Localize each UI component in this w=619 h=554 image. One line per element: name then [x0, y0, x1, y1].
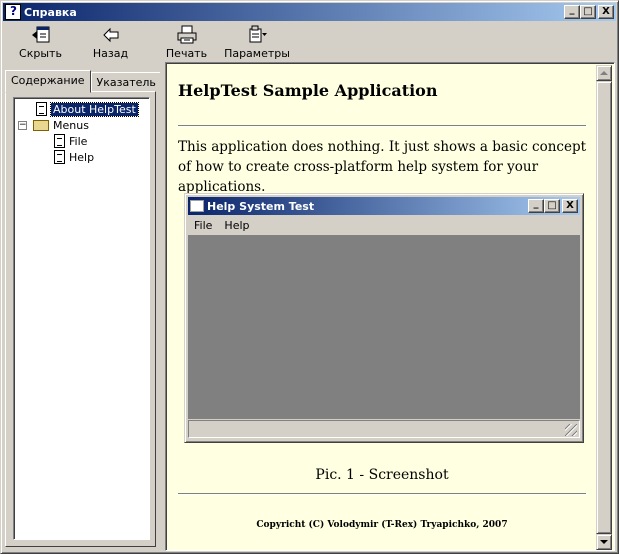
collapse-icon[interactable]: −: [18, 120, 27, 130]
screenshot-client-area: [188, 235, 580, 419]
tree-item-label: File: [69, 134, 88, 148]
printer-icon: [177, 25, 196, 44]
topic-document: HelpTest Sample Application This applica…: [168, 65, 596, 550]
maximize-icon: □: [547, 200, 557, 211]
tree-item-about[interactable]: About HelpTest: [36, 101, 139, 117]
scroll-down-icon: [600, 540, 608, 544]
back-button[interactable]: Назад: [83, 22, 138, 62]
screenshot-status-bar: [188, 420, 580, 438]
pane-splitter[interactable]: [160, 64, 164, 551]
tree-item-label: Help: [69, 150, 95, 164]
toolbar: Скрыть Назад Печать Параметры: [3, 22, 616, 64]
scroll-down-button[interactable]: [596, 534, 612, 550]
back-label: Назад: [92, 47, 129, 60]
screenshot-title-bar: Help System Test _ □ X: [188, 197, 580, 215]
maximize-button[interactable]: □: [580, 5, 596, 19]
copyright-text: Copyricht (C) Volodymir (T-Rex) Tryapich…: [256, 520, 508, 530]
back-arrow-icon: [102, 27, 118, 43]
screenshot-menu-help: Help: [224, 218, 250, 232]
divider: [178, 125, 586, 127]
screenshot-minimize: _: [528, 199, 544, 213]
hide-label: Скрыть: [19, 47, 62, 60]
open-book-icon: [33, 119, 49, 131]
screenshot-image: Help System Test _ □ X File Help: [184, 193, 584, 443]
scroll-up-icon: [600, 71, 608, 75]
contents-panel: About HelpTest − Menus File Help: [5, 91, 156, 547]
tree-item-file[interactable]: File: [54, 133, 87, 149]
size-grip-icon: [565, 424, 577, 436]
window-title: Справка: [24, 5, 77, 19]
minimize-icon: _: [533, 198, 539, 209]
hide-pane-icon: [31, 26, 49, 43]
screenshot-menu-bar: File Help: [188, 216, 256, 234]
scroll-thumb[interactable]: [596, 81, 612, 534]
tree-item-help[interactable]: Help: [54, 149, 94, 165]
tree-item-label: Menus: [53, 118, 89, 132]
scroll-up-button[interactable]: [596, 65, 612, 81]
maximize-icon: □: [583, 6, 593, 17]
screenshot-caption-buttons: _ □ X: [528, 199, 578, 213]
print-label: Печать: [165, 47, 208, 60]
hide-button[interactable]: Скрыть: [13, 22, 68, 62]
close-icon: X: [602, 6, 610, 17]
tab-index-label: Указатель: [96, 76, 156, 89]
navigation-pane: Содержание Указатель About HelpTest − Me…: [3, 64, 162, 551]
page-icon: [36, 102, 47, 116]
tab-contents[interactable]: Содержание: [5, 70, 91, 93]
tab-index[interactable]: Указатель: [90, 72, 162, 92]
page-icon: [54, 134, 65, 148]
options-label: Параметры: [224, 47, 290, 60]
topic-pane: HelpTest Sample Application This applica…: [165, 62, 615, 551]
print-button[interactable]: Печать: [159, 22, 214, 62]
topic-description: This application does nothing. It just s…: [178, 139, 587, 195]
nav-tabs: Содержание Указатель: [5, 70, 162, 93]
page-icon: [54, 150, 65, 164]
tab-contents-label: Содержание: [11, 74, 85, 87]
minimize-button[interactable]: _: [564, 5, 580, 19]
tree-item-menus[interactable]: − Menus: [18, 117, 89, 133]
close-button[interactable]: X: [598, 5, 614, 19]
title-bar[interactable]: Справка _ □ X: [3, 3, 616, 21]
caption-buttons: _ □ X: [564, 5, 614, 19]
minimize-icon: _: [569, 4, 575, 15]
close-icon: X: [566, 200, 574, 211]
divider: [178, 493, 586, 495]
figure-caption: Pic. 1 - Screenshot: [315, 467, 449, 483]
screenshot-menu-file: File: [194, 218, 213, 232]
tree-item-label: About HelpTest: [50, 101, 139, 117]
options-icon: [249, 25, 267, 43]
options-button[interactable]: Параметры: [224, 22, 290, 62]
screenshot-maximize: □: [544, 199, 560, 213]
screenshot-close: X: [562, 199, 578, 213]
help-app-icon[interactable]: [5, 4, 21, 20]
contents-tree[interactable]: About HelpTest − Menus File Help: [13, 97, 150, 540]
topic-title: HelpTest Sample Application: [178, 81, 438, 100]
screenshot-window-title: Help System Test: [207, 199, 315, 213]
window-icon: [190, 200, 204, 212]
vertical-scrollbar[interactable]: [596, 65, 612, 550]
